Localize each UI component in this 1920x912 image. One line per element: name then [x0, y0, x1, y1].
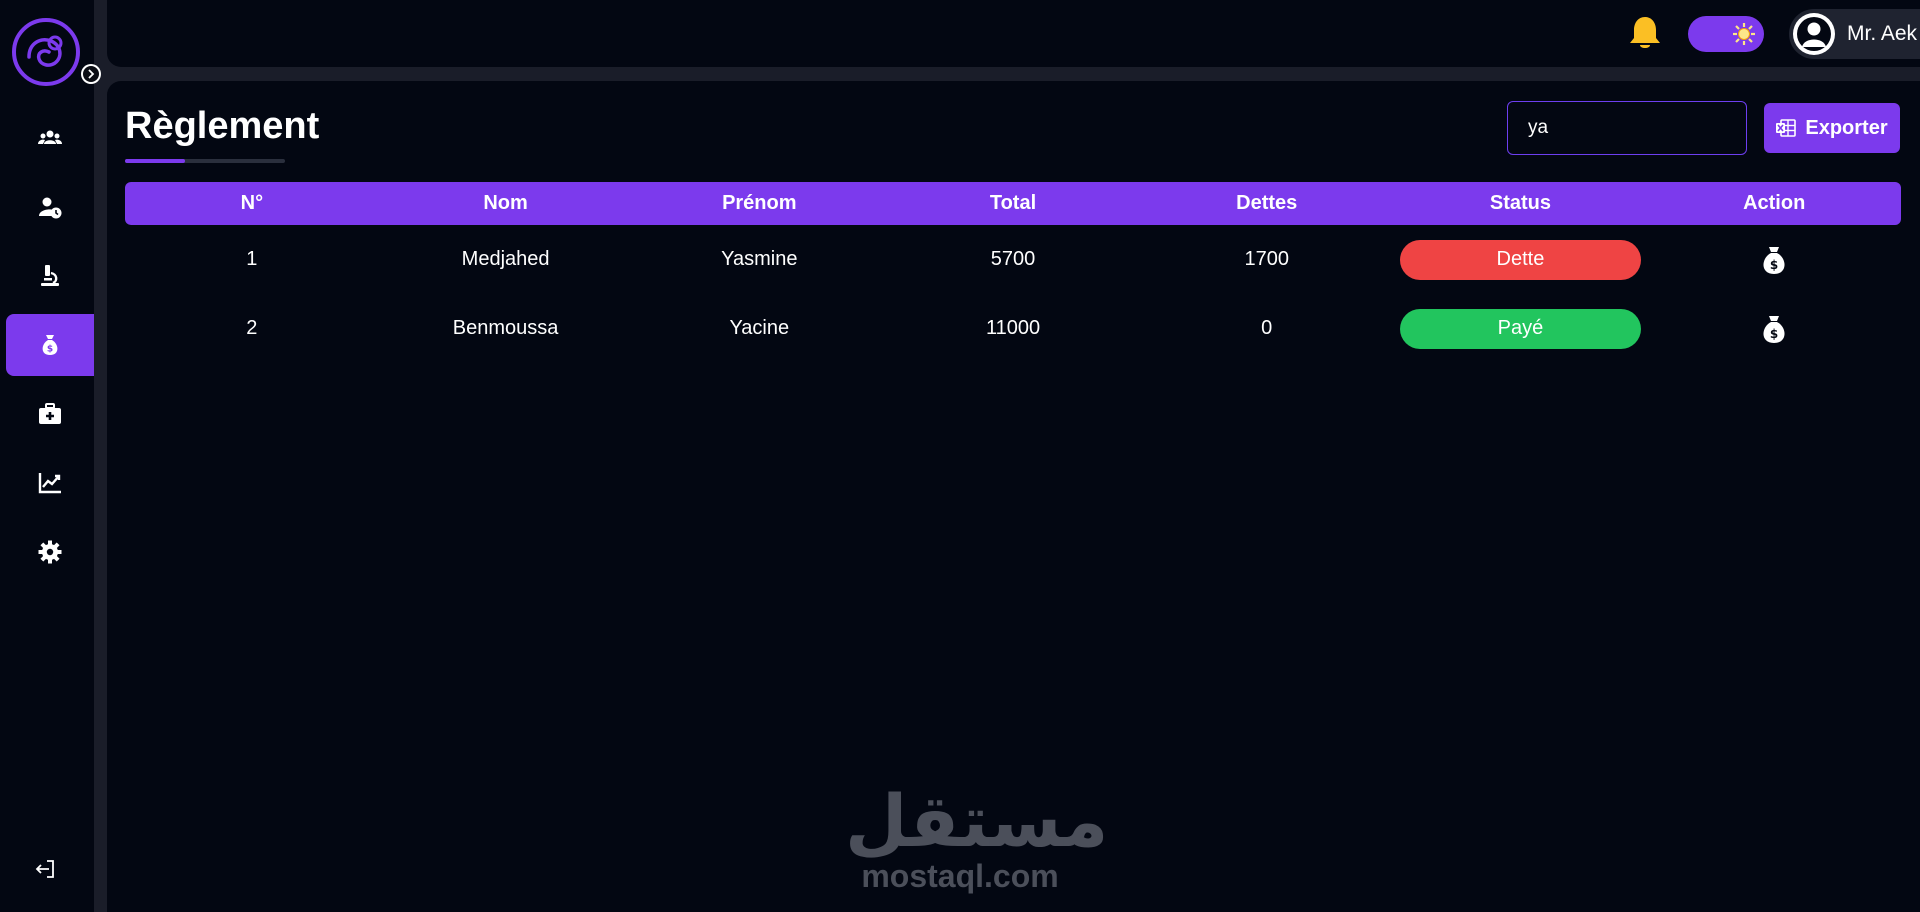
bell-icon	[1630, 17, 1660, 48]
sidebar-item-settings[interactable]	[6, 521, 94, 583]
sidebar-item-reglement[interactable]: $	[6, 314, 94, 376]
cell-nom: Benmoussa	[452, 317, 559, 339]
avatar	[1793, 13, 1835, 55]
svg-text:$: $	[1770, 258, 1778, 272]
cell-prenom: Yacine	[729, 317, 790, 339]
page-title: Règlement	[125, 105, 320, 147]
cell-total: 5700	[990, 248, 1036, 270]
app-logo	[11, 17, 81, 87]
sidebar-toggle-button[interactable]	[81, 64, 101, 84]
cell-nom: Medjahed	[461, 248, 550, 270]
sidebar-item-appointments[interactable]	[6, 176, 94, 238]
sidebar-item-medical[interactable]	[6, 383, 94, 445]
title-underline	[125, 159, 285, 163]
column-header-number: N°	[240, 192, 264, 214]
cell-number: 2	[246, 317, 258, 339]
logout-icon	[35, 860, 54, 878]
svg-text:$: $	[47, 345, 53, 355]
microscope-icon	[41, 265, 59, 286]
column-header-action: Action	[1743, 192, 1806, 214]
column-header-status: Status	[1489, 192, 1552, 214]
sidebar-item-analyses[interactable]	[6, 245, 94, 307]
payments-table: N° Nom Prénom Total Dettes Status Action…	[125, 182, 1901, 363]
cell-dettes: 1700	[1244, 248, 1289, 270]
watermark: مستقل mostaql.com	[845, 779, 1109, 894]
money-bag-icon[interactable]: $	[1759, 313, 1789, 345]
theme-toggle[interactable]	[1688, 16, 1764, 52]
excel-icon	[1776, 119, 1797, 137]
table-row: 1 Medjahed Yasmine 5700 1700 Dette $	[125, 225, 1901, 294]
column-header-prenom: Prénom	[722, 192, 797, 214]
cell-prenom: Yasmine	[721, 248, 798, 270]
user-icon	[1797, 17, 1831, 51]
notifications-button[interactable]	[1627, 14, 1663, 52]
cell-status: Payé	[1394, 308, 1648, 349]
sidebar-item-patients[interactable]	[6, 107, 94, 169]
svg-text:$: $	[1770, 327, 1778, 341]
sidebar-item-statistics[interactable]	[6, 452, 94, 514]
sun-icon	[1733, 23, 1755, 45]
status-badge: Payé	[1399, 308, 1641, 349]
chart-line-icon	[38, 473, 61, 494]
status-badge: Dette	[1399, 239, 1641, 280]
column-header-total: Total	[989, 192, 1037, 214]
watermark-latin: mostaql.com	[861, 858, 1059, 894]
cell-action: $	[1647, 244, 1901, 276]
column-header-nom: Nom	[483, 192, 528, 214]
user-clock-icon	[39, 197, 62, 219]
medical-kit-icon	[39, 403, 61, 424]
export-button[interactable]: Exporter	[1764, 103, 1900, 153]
user-name: Mr. Aek metlef	[1847, 22, 1920, 45]
users-icon	[38, 130, 62, 144]
user-menu[interactable]: Mr. Aek metlef	[1789, 9, 1920, 59]
cell-number: 1	[246, 248, 258, 270]
sidebar: $	[0, 0, 101, 912]
export-button-label: Exporter	[1805, 116, 1888, 139]
gear-icon	[38, 540, 62, 564]
watermark-arabic: مستقل	[845, 779, 1109, 863]
top-bar: Mr. Aek metlef	[107, 0, 1920, 67]
money-bag-icon[interactable]: $	[1759, 244, 1789, 276]
table-header: N° Nom Prénom Total Dettes Status Action	[125, 182, 1901, 225]
chevron-right-icon	[88, 69, 95, 79]
cell-dettes: 0	[1261, 317, 1273, 339]
column-header-dettes: Dettes	[1236, 192, 1298, 214]
table-row: 2 Benmoussa Yacine 11000 0 Payé $	[125, 294, 1901, 363]
cell-status: Dette	[1394, 239, 1648, 280]
logout-button[interactable]	[30, 856, 60, 882]
search-input[interactable]	[1507, 101, 1747, 155]
cell-total: 11000	[985, 317, 1041, 339]
money-bag-icon: $	[42, 335, 58, 355]
cell-action: $	[1647, 313, 1901, 345]
